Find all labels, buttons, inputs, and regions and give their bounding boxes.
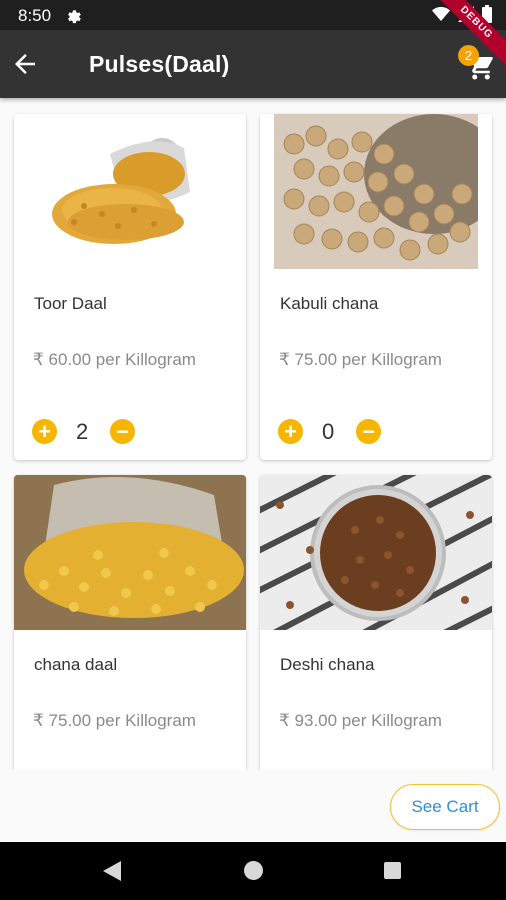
product-card-deshi-chana[interactable]: Deshi chana ₹ 93.00 per Killogram (260, 475, 492, 770)
product-price: ₹ 75.00 per Killogram (33, 711, 196, 730)
product-card-toor-daal[interactable]: Toor Daal ₹ 60.00 per Killogram + 2 − (14, 114, 246, 460)
increment-button[interactable]: + (32, 419, 57, 444)
system-nav-bar (0, 842, 506, 900)
decrement-button[interactable]: − (110, 419, 135, 444)
product-name: Kabuli chana (280, 294, 379, 313)
quantity-value: 0 (322, 419, 335, 444)
product-price: ₹ 93.00 per Killogram (279, 711, 442, 730)
wifi-icon (432, 7, 450, 21)
product-price: ₹ 75.00 per Killogram (279, 350, 442, 369)
chana-daal-image (14, 475, 246, 630)
decrement-button[interactable]: − (356, 419, 381, 444)
toor-daal-image (14, 114, 246, 269)
status-time: 8:50 (18, 6, 52, 25)
product-name: Toor Daal (34, 294, 107, 313)
quantity-stepper: + 2 − (32, 419, 182, 445)
settings-gear-icon (68, 10, 81, 24)
product-card-chana-daal[interactable]: chana daal ₹ 75.00 per Killogram (14, 475, 246, 770)
kabuli-chana-image (274, 114, 478, 269)
product-card-kabuli-chana[interactable]: Kabuli chana ₹ 75.00 per Killogram + 0 − (260, 114, 492, 460)
increment-button[interactable]: + (278, 419, 303, 444)
cart-count-badge: 2 (458, 45, 479, 66)
page-title: Pulses(Daal) (89, 51, 230, 77)
status-bar: 8:50 (0, 0, 506, 30)
nav-recents-icon[interactable] (384, 862, 401, 879)
quantity-value: 2 (76, 419, 89, 444)
product-price: ₹ 60.00 per Killogram (33, 350, 196, 369)
see-cart-button[interactable]: See Cart (390, 784, 500, 830)
product-name: chana daal (34, 655, 118, 674)
product-grid: Toor Daal ₹ 60.00 per Killogram + 2 − Ka… (0, 98, 506, 770)
app-bar: Pulses(Daal) 2 (0, 30, 506, 98)
product-name: Deshi chana (280, 655, 375, 674)
nav-home-icon[interactable] (244, 861, 263, 880)
back-arrow-icon[interactable] (10, 49, 40, 79)
nav-back-icon[interactable] (103, 861, 121, 881)
deshi-chana-image (260, 475, 492, 630)
quantity-stepper: + 0 − (278, 419, 428, 445)
